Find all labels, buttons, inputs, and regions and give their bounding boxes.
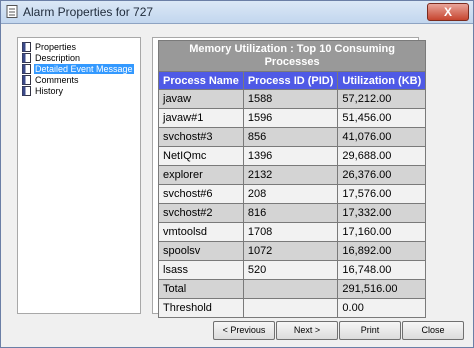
table-row: vmtoolsd 1708 17,160.00 — [158, 222, 427, 242]
cell-pid: 208 — [242, 184, 339, 204]
window-close-button[interactable]: X — [427, 3, 469, 21]
window-title: Alarm Properties for 727 — [23, 5, 154, 19]
cell-process-name: vmtoolsd — [158, 222, 244, 242]
table-row: javaw#1 1596 51,456.00 — [158, 108, 427, 128]
previous-button[interactable]: < Previous — [213, 321, 275, 340]
table-row-total: Total 291,516.00 — [158, 279, 427, 299]
cell-threshold-label: Threshold — [158, 298, 244, 318]
tree-item-label: History — [35, 85, 64, 96]
report-title: Memory Utilization : Top 10 Consuming Pr… — [157, 40, 427, 72]
cell-total-label: Total — [158, 279, 244, 299]
cell-pid: 1596 — [242, 108, 339, 128]
tree-item-label: Detailed Event Message — [34, 63, 134, 74]
cell-pid — [242, 298, 339, 318]
table-row: svchost#3 856 41,076.00 — [158, 127, 427, 147]
cell-process-name: svchost#2 — [158, 203, 244, 223]
cell-process-name: lsass — [158, 260, 244, 280]
cell-process-name: svchost#6 — [158, 184, 244, 204]
table-row: spoolsv 1072 16,892.00 — [158, 241, 427, 261]
column-header-utilization: Utilization (KB) — [337, 71, 427, 90]
navigation-tree: Properties Description Detailed Event Me… — [17, 37, 141, 314]
table-row-threshold: Threshold 0.00 — [158, 298, 427, 318]
cell-pid: 856 — [242, 127, 339, 147]
cell-utilization: 16,748.00 — [337, 260, 427, 280]
table-row: svchost#6 208 17,576.00 — [158, 184, 427, 204]
cell-threshold-value: 0.00 — [337, 298, 427, 318]
table-row: svchost#2 816 17,332.00 — [158, 203, 427, 223]
table-row: javaw 1588 57,212.00 — [158, 89, 427, 109]
cell-pid: 2132 — [242, 165, 339, 185]
page-icon — [22, 52, 31, 63]
page-icon — [22, 85, 31, 96]
column-header-pid: Process ID (PID) — [242, 71, 339, 90]
page-icon — [22, 74, 31, 85]
table-row: explorer 2132 26,376.00 — [158, 165, 427, 185]
cell-pid: 520 — [242, 260, 339, 280]
cell-utilization: 16,892.00 — [337, 241, 427, 261]
page-icon — [22, 63, 31, 74]
cell-utilization: 51,456.00 — [337, 108, 427, 128]
tree-item-history[interactable]: History — [22, 85, 64, 96]
table-row: NetIQmc 1396 29,688.00 — [158, 146, 427, 166]
cell-pid: 1396 — [242, 146, 339, 166]
cell-pid: 1708 — [242, 222, 339, 242]
cell-pid: 1072 — [242, 241, 339, 261]
cell-pid: 816 — [242, 203, 339, 223]
cell-process-name: spoolsv — [158, 241, 244, 261]
column-header-process-name: Process Name — [158, 71, 244, 90]
tree-item-properties[interactable]: Properties — [22, 41, 77, 52]
tree-item-detailed-event-message[interactable]: Detailed Event Message — [22, 63, 134, 74]
close-button[interactable]: Close — [402, 321, 464, 340]
title-bar: Alarm Properties for 727 X — [1, 1, 473, 24]
cell-total-value: 291,516.00 — [337, 279, 427, 299]
cell-process-name: javaw#1 — [158, 108, 244, 128]
cell-process-name: explorer — [158, 165, 244, 185]
cell-process-name: NetIQmc — [158, 146, 244, 166]
print-button[interactable]: Print — [339, 321, 401, 340]
next-button[interactable]: Next > — [276, 321, 338, 340]
tree-item-comments[interactable]: Comments — [22, 74, 80, 85]
cell-utilization: 29,688.00 — [337, 146, 427, 166]
tree-item-label: Properties — [35, 41, 77, 52]
cell-pid: 1588 — [242, 89, 339, 109]
cell-utilization: 17,160.00 — [337, 222, 427, 242]
tree-item-label: Comments — [35, 74, 79, 85]
document-icon — [6, 5, 18, 18]
page-icon — [22, 41, 31, 52]
cell-utilization: 57,212.00 — [337, 89, 427, 109]
tree-item-label: Description — [35, 52, 81, 63]
memory-utilization-table: Memory Utilization : Top 10 Consuming Pr… — [157, 40, 427, 318]
close-icon: X — [443, 5, 452, 19]
alarm-properties-window: Alarm Properties for 727 X Properties De… — [0, 0, 474, 348]
cell-utilization: 17,576.00 — [337, 184, 427, 204]
table-row: lsass 520 16,748.00 — [158, 260, 427, 280]
cell-process-name: javaw — [158, 89, 244, 109]
event-message-panel: Memory Utilization : Top 10 Consuming Pr… — [152, 37, 427, 318]
tree-item-description[interactable]: Description — [22, 52, 81, 63]
cell-utilization: 41,076.00 — [337, 127, 427, 147]
cell-utilization: 17,332.00 — [337, 203, 427, 223]
cell-process-name: svchost#3 — [158, 127, 244, 147]
cell-pid — [242, 279, 339, 299]
cell-utilization: 26,376.00 — [337, 165, 427, 185]
